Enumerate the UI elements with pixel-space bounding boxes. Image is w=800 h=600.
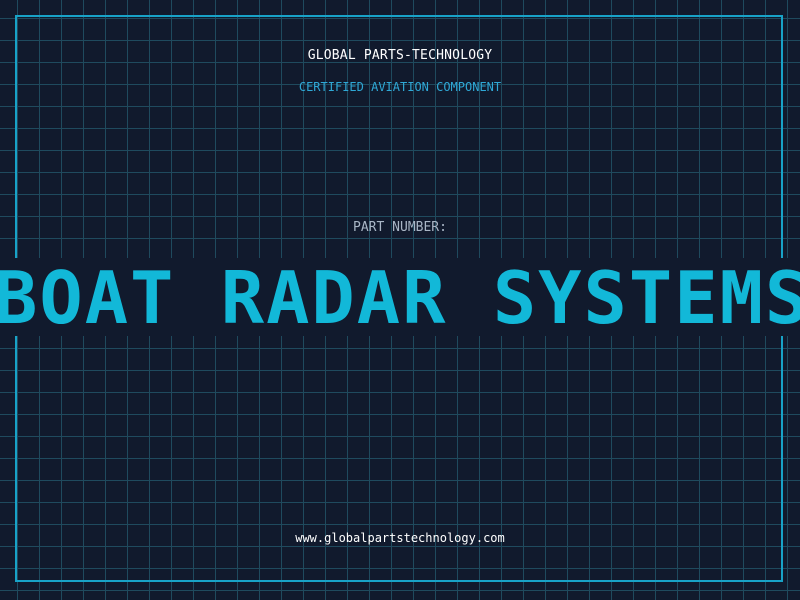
part-number-label: PART NUMBER: [353, 220, 447, 235]
company-name: GLOBAL PARTS-TECHNOLOGY [307, 48, 493, 63]
certification-subtitle: CERTIFIED AVIATION COMPONENT [298, 80, 502, 94]
spec-card: GLOBAL PARTS-TECHNOLOGY CERTIFIED AVIATI… [0, 0, 800, 600]
website-url[interactable]: www.globalpartstechnology.com [0, 531, 800, 545]
part-title: BOAT RADAR SYSTEMS [0, 256, 800, 340]
